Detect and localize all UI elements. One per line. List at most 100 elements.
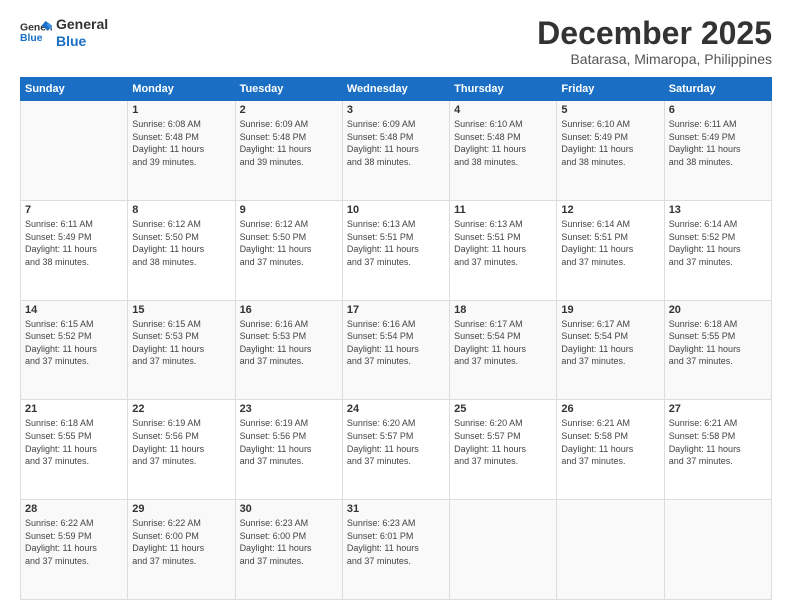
day-number: 3 bbox=[347, 104, 445, 116]
day-number: 18 bbox=[454, 304, 552, 316]
day-info: Sunrise: 6:20 AM Sunset: 5:57 PM Dayligh… bbox=[454, 417, 552, 467]
day-info: Sunrise: 6:11 AM Sunset: 5:49 PM Dayligh… bbox=[25, 218, 123, 268]
day-number: 17 bbox=[347, 304, 445, 316]
day-number: 10 bbox=[347, 204, 445, 216]
day-info: Sunrise: 6:16 AM Sunset: 5:53 PM Dayligh… bbox=[240, 318, 338, 368]
calendar-cell: 11 Sunrise: 6:13 AM Sunset: 5:51 PM Dayli… bbox=[450, 200, 557, 300]
calendar-cell: 7 Sunrise: 6:11 AM Sunset: 5:49 PM Daylig… bbox=[21, 200, 128, 300]
calendar-day-header: Monday bbox=[128, 78, 235, 101]
day-number: 25 bbox=[454, 403, 552, 415]
day-info: Sunrise: 6:14 AM Sunset: 5:51 PM Dayligh… bbox=[561, 218, 659, 268]
calendar-cell: 24 Sunrise: 6:20 AM Sunset: 5:57 PM Dayli… bbox=[342, 400, 449, 500]
day-number: 5 bbox=[561, 104, 659, 116]
day-info: Sunrise: 6:22 AM Sunset: 6:00 PM Dayligh… bbox=[132, 517, 230, 567]
day-info: Sunrise: 6:10 AM Sunset: 5:49 PM Dayligh… bbox=[561, 118, 659, 168]
day-info: Sunrise: 6:20 AM Sunset: 5:57 PM Dayligh… bbox=[347, 417, 445, 467]
location-subtitle: Batarasa, Mimaropa, Philippines bbox=[537, 51, 772, 67]
calendar-day-header: Wednesday bbox=[342, 78, 449, 101]
calendar-cell: 31Sunrise: 6:23 AM Sunset: 6:01 PM Dayli… bbox=[342, 500, 449, 600]
calendar-table: SundayMondayTuesdayWednesdayThursdayFrid… bbox=[20, 77, 772, 600]
calendar-week-row: 14 Sunrise: 6:15 AM Sunset: 5:52 PM Dayli… bbox=[21, 300, 772, 400]
day-number: 12 bbox=[561, 204, 659, 216]
calendar-week-row: 1 Sunrise: 6:08 AM Sunset: 5:48 PM Daylig… bbox=[21, 101, 772, 201]
day-number: 22 bbox=[132, 403, 230, 415]
day-number: 27 bbox=[669, 403, 767, 415]
calendar-cell bbox=[450, 500, 557, 600]
svg-text:Blue: Blue bbox=[20, 33, 43, 44]
calendar-day-header: Tuesday bbox=[235, 78, 342, 101]
day-number: 11 bbox=[454, 204, 552, 216]
calendar-cell: 1 Sunrise: 6:08 AM Sunset: 5:48 PM Daylig… bbox=[128, 101, 235, 201]
day-info: Sunrise: 6:19 AM Sunset: 5:56 PM Dayligh… bbox=[240, 417, 338, 467]
day-info: Sunrise: 6:12 AM Sunset: 5:50 PM Dayligh… bbox=[132, 218, 230, 268]
calendar-cell: 16 Sunrise: 6:16 AM Sunset: 5:53 PM Dayli… bbox=[235, 300, 342, 400]
day-number: 23 bbox=[240, 403, 338, 415]
day-number: 19 bbox=[561, 304, 659, 316]
calendar-cell bbox=[557, 500, 664, 600]
calendar-cell: 27 Sunrise: 6:21 AM Sunset: 5:58 PM Dayli… bbox=[664, 400, 771, 500]
calendar-cell: 13Sunrise: 6:14 AM Sunset: 5:52 PM Dayli… bbox=[664, 200, 771, 300]
day-info: Sunrise: 6:16 AM Sunset: 5:54 PM Dayligh… bbox=[347, 318, 445, 368]
calendar-cell: 28Sunrise: 6:22 AM Sunset: 5:59 PM Dayli… bbox=[21, 500, 128, 600]
calendar-cell: 12 Sunrise: 6:14 AM Sunset: 5:51 PM Dayli… bbox=[557, 200, 664, 300]
calendar-cell: 9 Sunrise: 6:12 AM Sunset: 5:50 PM Daylig… bbox=[235, 200, 342, 300]
day-number: 9 bbox=[240, 204, 338, 216]
calendar-cell: 15 Sunrise: 6:15 AM Sunset: 5:53 PM Dayli… bbox=[128, 300, 235, 400]
day-info: Sunrise: 6:11 AM Sunset: 5:49 PM Dayligh… bbox=[669, 118, 767, 168]
day-info: Sunrise: 6:23 AM Sunset: 6:00 PM Dayligh… bbox=[240, 517, 338, 567]
calendar-cell: 30 Sunrise: 6:23 AM Sunset: 6:00 PM Dayli… bbox=[235, 500, 342, 600]
day-info: Sunrise: 6:17 AM Sunset: 5:54 PM Dayligh… bbox=[454, 318, 552, 368]
calendar-cell: 10Sunrise: 6:13 AM Sunset: 5:51 PM Dayli… bbox=[342, 200, 449, 300]
day-number: 13 bbox=[669, 204, 767, 216]
calendar-cell: 8 Sunrise: 6:12 AM Sunset: 5:50 PM Daylig… bbox=[128, 200, 235, 300]
calendar-cell bbox=[21, 101, 128, 201]
day-number: 4 bbox=[454, 104, 552, 116]
day-number: 21 bbox=[25, 403, 123, 415]
day-number: 14 bbox=[25, 304, 123, 316]
calendar-cell: 23 Sunrise: 6:19 AM Sunset: 5:56 PM Dayli… bbox=[235, 400, 342, 500]
day-number: 29 bbox=[132, 503, 230, 515]
day-info: Sunrise: 6:18 AM Sunset: 5:55 PM Dayligh… bbox=[25, 417, 123, 467]
header: General Blue General Blue December 2025 … bbox=[20, 16, 772, 67]
day-number: 1 bbox=[132, 104, 230, 116]
day-number: 2 bbox=[240, 104, 338, 116]
calendar-cell bbox=[664, 500, 771, 600]
day-info: Sunrise: 6:18 AM Sunset: 5:55 PM Dayligh… bbox=[669, 318, 767, 368]
day-number: 30 bbox=[240, 503, 338, 515]
month-title: December 2025 bbox=[537, 16, 772, 51]
day-info: Sunrise: 6:12 AM Sunset: 5:50 PM Dayligh… bbox=[240, 218, 338, 268]
logo-icon: General Blue bbox=[20, 19, 52, 47]
day-info: Sunrise: 6:10 AM Sunset: 5:48 PM Dayligh… bbox=[454, 118, 552, 168]
calendar-cell: 20 Sunrise: 6:18 AM Sunset: 5:55 PM Dayli… bbox=[664, 300, 771, 400]
day-info: Sunrise: 6:09 AM Sunset: 5:48 PM Dayligh… bbox=[347, 118, 445, 168]
calendar-cell: 29 Sunrise: 6:22 AM Sunset: 6:00 PM Dayli… bbox=[128, 500, 235, 600]
day-info: Sunrise: 6:21 AM Sunset: 5:58 PM Dayligh… bbox=[561, 417, 659, 467]
calendar-cell: 17 Sunrise: 6:16 AM Sunset: 5:54 PM Dayli… bbox=[342, 300, 449, 400]
day-number: 24 bbox=[347, 403, 445, 415]
page: General Blue General Blue December 2025 … bbox=[0, 0, 792, 612]
calendar-day-header: Saturday bbox=[664, 78, 771, 101]
day-info: Sunrise: 6:08 AM Sunset: 5:48 PM Dayligh… bbox=[132, 118, 230, 168]
calendar-cell: 3 Sunrise: 6:09 AM Sunset: 5:48 PM Daylig… bbox=[342, 101, 449, 201]
day-number: 7 bbox=[25, 204, 123, 216]
calendar-week-row: 7 Sunrise: 6:11 AM Sunset: 5:49 PM Daylig… bbox=[21, 200, 772, 300]
calendar-cell: 21 Sunrise: 6:18 AM Sunset: 5:55 PM Dayli… bbox=[21, 400, 128, 500]
day-info: Sunrise: 6:15 AM Sunset: 5:53 PM Dayligh… bbox=[132, 318, 230, 368]
title-block: December 2025 Batarasa, Mimaropa, Philip… bbox=[537, 16, 772, 67]
day-info: Sunrise: 6:17 AM Sunset: 5:54 PM Dayligh… bbox=[561, 318, 659, 368]
day-info: Sunrise: 6:21 AM Sunset: 5:58 PM Dayligh… bbox=[669, 417, 767, 467]
calendar-cell: 19 Sunrise: 6:17 AM Sunset: 5:54 PM Dayli… bbox=[557, 300, 664, 400]
day-number: 15 bbox=[132, 304, 230, 316]
calendar-cell: 6Sunrise: 6:11 AM Sunset: 5:49 PM Daylig… bbox=[664, 101, 771, 201]
day-info: Sunrise: 6:22 AM Sunset: 5:59 PM Dayligh… bbox=[25, 517, 123, 567]
day-info: Sunrise: 6:15 AM Sunset: 5:52 PM Dayligh… bbox=[25, 318, 123, 368]
day-number: 8 bbox=[132, 204, 230, 216]
calendar-cell: 26Sunrise: 6:21 AM Sunset: 5:58 PM Dayli… bbox=[557, 400, 664, 500]
day-number: 20 bbox=[669, 304, 767, 316]
day-info: Sunrise: 6:09 AM Sunset: 5:48 PM Dayligh… bbox=[240, 118, 338, 168]
calendar-day-header: Sunday bbox=[21, 78, 128, 101]
logo: General Blue General Blue bbox=[20, 16, 108, 50]
day-info: Sunrise: 6:13 AM Sunset: 5:51 PM Dayligh… bbox=[454, 218, 552, 268]
day-number: 16 bbox=[240, 304, 338, 316]
day-info: Sunrise: 6:23 AM Sunset: 6:01 PM Dayligh… bbox=[347, 517, 445, 567]
